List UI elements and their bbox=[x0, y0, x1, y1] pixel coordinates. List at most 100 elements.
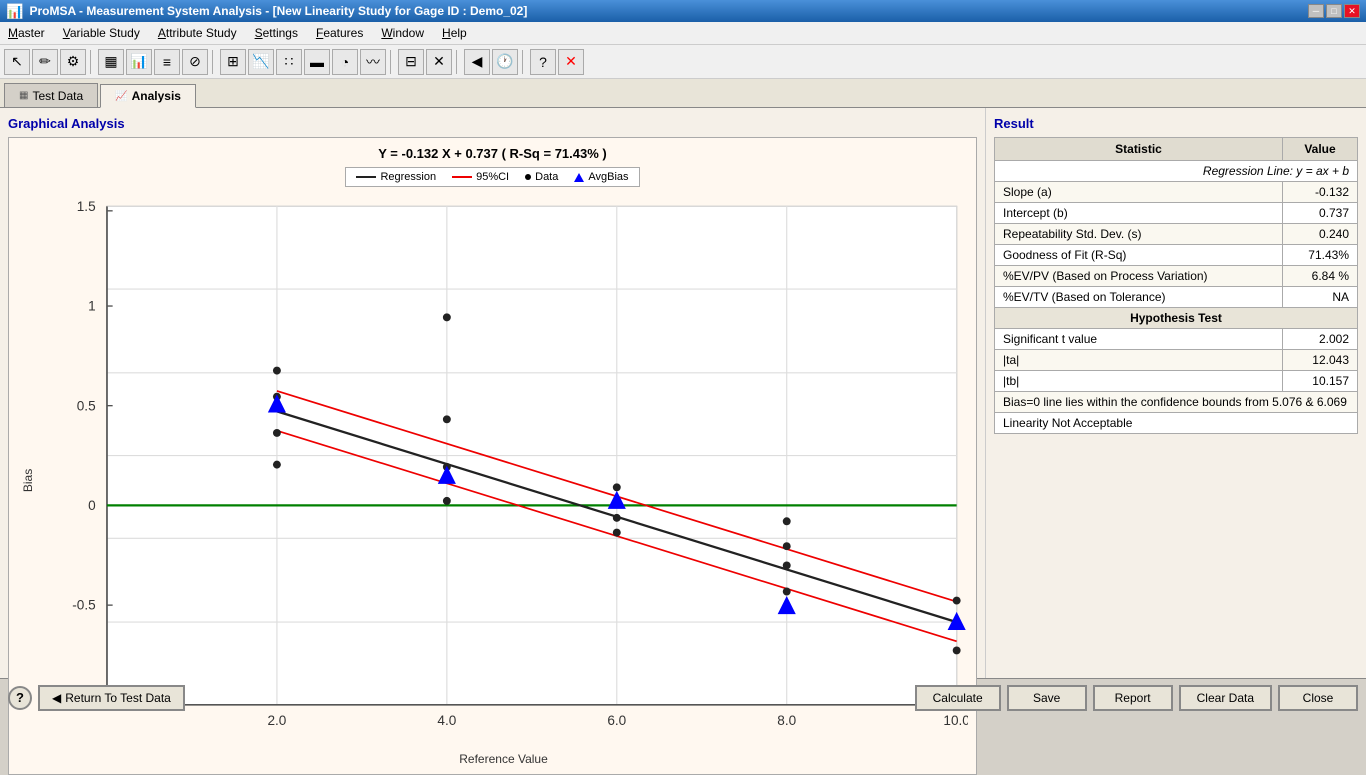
toolbar-gear-btn[interactable]: ⚙ bbox=[60, 49, 86, 75]
col-statistic: Statistic bbox=[995, 138, 1283, 161]
result-row-0: Regression Line: y = ax + b bbox=[995, 161, 1358, 182]
stat-cell-4: Goodness of Fit (R-Sq) bbox=[995, 245, 1283, 266]
menu-attribute-study[interactable]: Attribute Study bbox=[150, 24, 245, 42]
svg-text:2.0: 2.0 bbox=[267, 713, 286, 728]
stat-cell-2: Intercept (b) bbox=[995, 203, 1283, 224]
svg-text:4.0: 4.0 bbox=[437, 713, 456, 728]
return-to-test-data-button[interactable]: ◀ Return To Test Data bbox=[38, 685, 185, 711]
close-button[interactable]: Close bbox=[1278, 685, 1358, 711]
toolbar-help-btn[interactable]: ? bbox=[530, 49, 556, 75]
value-cell-1: -0.132 bbox=[1282, 182, 1357, 203]
chart-panel-title: Graphical Analysis bbox=[8, 116, 977, 131]
stat-cell-5: %EV/PV (Based on Process Variation) bbox=[995, 266, 1283, 287]
value-cell-8: 2.002 bbox=[1282, 329, 1357, 350]
test-data-icon: ▦ bbox=[19, 90, 28, 101]
legend-data: Data bbox=[525, 171, 558, 183]
clear-data-button[interactable]: Clear Data bbox=[1179, 685, 1272, 711]
report-button[interactable]: Report bbox=[1093, 685, 1173, 711]
menu-variable-study[interactable]: Variable Study bbox=[55, 24, 148, 42]
toolbar-chart-btn[interactable]: 📊 bbox=[126, 49, 152, 75]
value-cell-2: 0.737 bbox=[1282, 203, 1357, 224]
svg-text:8.0: 8.0 bbox=[777, 713, 796, 728]
legend-regression: Regression bbox=[356, 171, 436, 183]
maximize-button[interactable]: □ bbox=[1326, 4, 1342, 18]
result-row-7: Hypothesis Test bbox=[995, 308, 1358, 329]
toolbar-pencil-btn[interactable]: ✏ bbox=[32, 49, 58, 75]
toolbar-pie-btn[interactable]: ◔ bbox=[332, 49, 358, 75]
results-title: Result bbox=[994, 116, 1358, 131]
toolbar-sep-2 bbox=[212, 50, 216, 74]
analysis-icon: 📈 bbox=[115, 91, 127, 102]
tab-test-data[interactable]: ▦ Test Data bbox=[4, 83, 98, 107]
result-row-5: %EV/PV (Based on Process Variation)6.84 … bbox=[995, 266, 1358, 287]
toolbar-grid2-btn[interactable]: ⊞ bbox=[220, 49, 246, 75]
toolbar-sep-3 bbox=[390, 50, 394, 74]
svg-text:6.0: 6.0 bbox=[607, 713, 626, 728]
menu-help[interactable]: Help bbox=[434, 24, 475, 42]
title-bar: 📊 ProMSA - Measurement System Analysis -… bbox=[0, 0, 1366, 22]
calculate-button[interactable]: Calculate bbox=[915, 685, 1001, 711]
toolbar-sep-1 bbox=[90, 50, 94, 74]
svg-text:0.5: 0.5 bbox=[77, 398, 96, 413]
toolbar-hist-btn[interactable]: ▬ bbox=[304, 49, 330, 75]
y-axis-label: Bias bbox=[17, 195, 39, 766]
toolbar-bar-btn[interactable]: 📉 bbox=[248, 49, 274, 75]
ci-line-icon bbox=[452, 176, 472, 178]
menu-settings[interactable]: Settings bbox=[247, 24, 306, 42]
value-cell-3: 0.240 bbox=[1282, 224, 1357, 245]
toolbar-arrow-btn[interactable]: ↖ bbox=[4, 49, 30, 75]
toolbar-sep-4 bbox=[456, 50, 460, 74]
result-row-10: |tb|10.157 bbox=[995, 371, 1358, 392]
section-header-7: Hypothesis Test bbox=[995, 308, 1358, 329]
toolbar-clock-btn[interactable]: 🕐 bbox=[492, 49, 518, 75]
legend-avgbias: AvgBias bbox=[574, 171, 628, 183]
svg-text:10.0: 10.0 bbox=[943, 713, 968, 728]
result-row-12: Linearity Not Acceptable bbox=[995, 413, 1358, 434]
close-button[interactable]: ✕ bbox=[1344, 4, 1360, 18]
result-row-4: Goodness of Fit (R-Sq)71.43% bbox=[995, 245, 1358, 266]
results-panel: Result Statistic Value Regression Line: … bbox=[986, 108, 1366, 678]
result-row-8: Significant t value2.002 bbox=[995, 329, 1358, 350]
toolbar-lines-btn[interactable]: ≡ bbox=[154, 49, 180, 75]
value-cell-9: 12.043 bbox=[1282, 350, 1357, 371]
toolbar-cross-btn[interactable]: ✕ bbox=[426, 49, 452, 75]
value-cell-4: 71.43% bbox=[1282, 245, 1357, 266]
bottom-right: Calculate Save Report Clear Data Close bbox=[915, 685, 1358, 711]
menu-window[interactable]: Window bbox=[373, 24, 432, 42]
regression-line-icon bbox=[356, 176, 376, 178]
value-cell-10: 10.157 bbox=[1282, 371, 1357, 392]
menu-features[interactable]: Features bbox=[308, 24, 371, 42]
result-row-9: |ta|12.043 bbox=[995, 350, 1358, 371]
svg-text:0: 0 bbox=[88, 498, 96, 513]
toolbar-scatter-btn[interactable]: ∷ bbox=[276, 49, 302, 75]
tab-analysis[interactable]: 📈 Analysis bbox=[100, 84, 196, 108]
avgbias-triangle-icon bbox=[574, 173, 584, 182]
legend-ci: 95%CI bbox=[452, 171, 509, 183]
save-button[interactable]: Save bbox=[1007, 685, 1087, 711]
menu-master[interactable]: Master bbox=[0, 24, 53, 42]
window-title: ProMSA - Measurement System Analysis - [… bbox=[29, 4, 527, 18]
minimize-button[interactable]: ─ bbox=[1308, 4, 1324, 18]
svg-text:-0.5: -0.5 bbox=[72, 598, 95, 613]
toolbar-diag-btn[interactable]: ⊘ bbox=[182, 49, 208, 75]
results-table: Statistic Value Regression Line: y = ax … bbox=[994, 137, 1358, 434]
svg-text:1: 1 bbox=[88, 299, 96, 314]
chart-container: Y = -0.132 X + 0.737 ( R-Sq = 71.43% ) R… bbox=[8, 137, 977, 775]
toolbar-stop-btn[interactable]: ✕ bbox=[558, 49, 584, 75]
result-row-6: %EV/TV (Based on Tolerance)NA bbox=[995, 287, 1358, 308]
value-cell-6: NA bbox=[1282, 287, 1357, 308]
toolbar-back-btn[interactable]: ◀ bbox=[464, 49, 490, 75]
toolbar-table-btn[interactable]: ⊟ bbox=[398, 49, 424, 75]
x-axis-label: Reference Value bbox=[39, 752, 968, 766]
label-cell-0: Regression Line: y = ax + b bbox=[995, 161, 1358, 182]
toolbar-grid-btn[interactable]: ▦ bbox=[98, 49, 124, 75]
stat-cell-1: Slope (a) bbox=[995, 182, 1283, 203]
stat-cell-6: %EV/TV (Based on Tolerance) bbox=[995, 287, 1283, 308]
chart-svg-wrapper: Bias bbox=[17, 195, 968, 766]
window-controls: ─ □ ✕ bbox=[1308, 4, 1360, 18]
toolbar-wave-btn[interactable]: 〰 bbox=[360, 49, 386, 75]
svg-text:1.5: 1.5 bbox=[77, 199, 96, 214]
stat-cell-8: Significant t value bbox=[995, 329, 1283, 350]
stat-cell-10: |tb| bbox=[995, 371, 1283, 392]
return-arrow-icon: ◀ bbox=[52, 691, 61, 705]
